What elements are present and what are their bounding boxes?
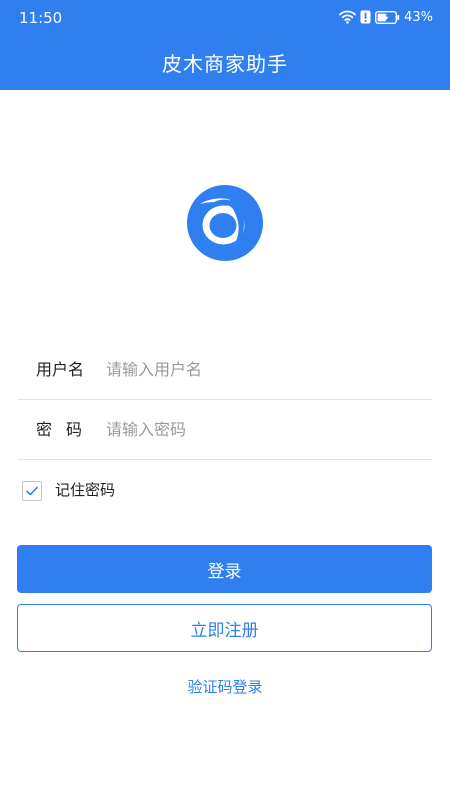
page-title: 皮木商家助手: [162, 51, 288, 76]
app-logo-icon: [186, 184, 264, 262]
status-icons: 43%: [339, 10, 433, 26]
status-bar: 11:50 43%: [0, 0, 450, 36]
password-label: 密码: [36, 420, 97, 439]
remember-password-option[interactable]: 记住密码: [22, 481, 115, 501]
battery-percentage: 43%: [404, 10, 433, 25]
wifi-icon: [339, 9, 356, 28]
status-time: 11:50: [19, 9, 63, 27]
app-bar: 皮木商家助手: [0, 36, 450, 90]
register-button[interactable]: 立即注册: [17, 604, 432, 652]
username-input[interactable]: [106, 355, 406, 383]
username-row: 用户名: [18, 341, 432, 400]
check-icon: [26, 486, 38, 496]
remember-password-label: 记住密码: [55, 480, 116, 499]
alert-icon: [360, 9, 371, 28]
password-input[interactable]: [106, 415, 406, 443]
username-label: 用户名: [36, 360, 85, 379]
password-row: 密码: [18, 401, 432, 460]
sms-login-link[interactable]: 验证码登录: [0, 676, 450, 697]
battery-icon: [375, 9, 400, 28]
remember-password-checkbox[interactable]: [22, 481, 42, 501]
login-button[interactable]: 登录: [17, 545, 432, 593]
